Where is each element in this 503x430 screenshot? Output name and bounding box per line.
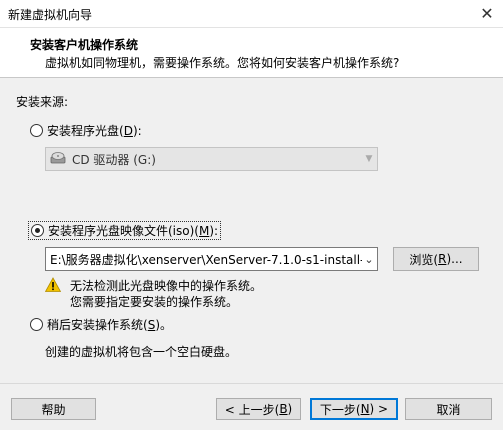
help-button[interactable]: 帮助: [11, 398, 96, 420]
cd-drive-select[interactable]: CD 驱动器 (G:) ▼: [45, 147, 378, 171]
footer-divider: [0, 383, 503, 384]
iso-warning-line1: 无法检测此光盘映像中的操作系统。: [70, 279, 263, 293]
window-title: 新建虚拟机向导: [8, 8, 93, 22]
warning-icon: [44, 277, 62, 293]
next-button[interactable]: 下一步(N) >: [310, 398, 398, 420]
install-source-label: 安装来源:: [16, 95, 69, 109]
disc-radio[interactable]: [30, 124, 43, 137]
iso-path-combobox[interactable]: E:\服务器虚拟化\xenserver\XenServer-7.1.0-s1-i…: [45, 247, 378, 271]
chevron-down-icon: ▼: [365, 154, 373, 164]
iso-option-label: 安装程序光盘映像文件(iso)(M):: [48, 224, 219, 238]
disc-option-label: 安装程序光盘(D):: [47, 124, 142, 138]
later-option[interactable]: 稍后安装操作系统(S)。: [30, 316, 172, 333]
page-title: 安装客户机操作系统: [30, 38, 139, 52]
wizard-header: 安装客户机操作系统 虚拟机如同物理机，需要操作系统。您将如何安装客户机操作系统?: [0, 28, 503, 78]
chevron-down-icon[interactable]: ⌄: [361, 248, 377, 270]
later-description: 创建的虚拟机将包含一个空白硬盘。: [45, 345, 238, 359]
cd-drive-icon: [50, 151, 66, 168]
disc-option[interactable]: 安装程序光盘(D):: [30, 122, 142, 139]
iso-radio[interactable]: [31, 224, 44, 237]
iso-option[interactable]: 安装程序光盘映像文件(iso)(M):: [28, 221, 222, 240]
wizard-body: 安装来源: 安装程序光盘(D): CD 驱动器 (G:) ▼ 安装程序光盘映像文…: [0, 79, 503, 384]
title-bar: 新建虚拟机向导 ✕: [0, 0, 503, 28]
later-radio[interactable]: [30, 318, 43, 331]
close-icon[interactable]: ✕: [477, 4, 497, 24]
iso-path-value: E:\服务器虚拟化\xenserver\XenServer-7.1.0-s1-i…: [50, 252, 362, 267]
cd-drive-value: CD 驱动器 (G:): [72, 152, 156, 167]
iso-warning-line2: 您需要指定要安装的操作系统。: [70, 295, 239, 309]
later-option-label: 稍后安装操作系统(S)。: [47, 318, 172, 332]
cancel-button[interactable]: 取消: [405, 398, 492, 420]
page-subtitle: 虚拟机如同物理机，需要操作系统。您将如何安装客户机操作系统?: [45, 56, 400, 70]
browse-button[interactable]: 浏览(R)...: [393, 247, 479, 271]
back-button[interactable]: < 上一步(B): [216, 398, 301, 420]
